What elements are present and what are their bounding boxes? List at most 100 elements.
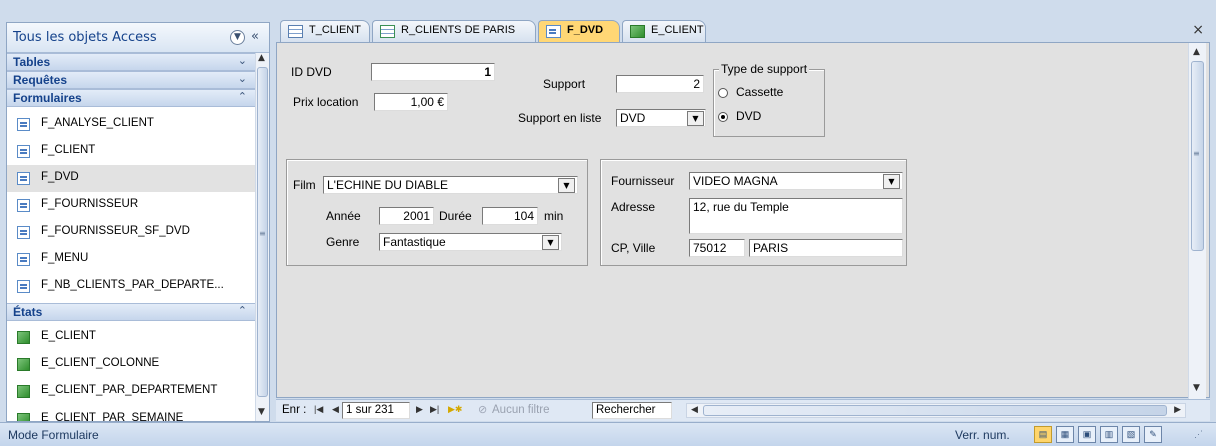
form-horizontal-scrollbar[interactable]: ◀ ▶: [686, 403, 1186, 418]
group-formulaires[interactable]: Formulaires ⌃: [7, 89, 255, 107]
support-field[interactable]: 2: [616, 75, 704, 93]
nav-item-e-client[interactable]: E_CLIENT: [7, 324, 255, 351]
duree-field[interactable]: 104: [482, 207, 538, 225]
nav-item-f-menu[interactable]: F_MENU: [7, 246, 255, 273]
view-mode-status: Mode Formulaire: [8, 428, 99, 442]
nav-item-label: F_DVD: [41, 171, 79, 183]
nav-item-f-analyse-client[interactable]: F_ANALYSE_CLIENT: [7, 111, 255, 138]
form-icon: [546, 25, 561, 38]
grip-icon: ≡: [1193, 149, 1200, 158]
collapse-pane-icon[interactable]: «: [251, 29, 259, 44]
form-icon: [17, 145, 30, 158]
last-record-icon[interactable]: ▶|: [430, 404, 439, 415]
double-chevron-up-icon[interactable]: ⌃: [238, 304, 247, 317]
fournisseur-combo[interactable]: VIDEO MAGNA: [689, 172, 903, 190]
numlock-status: Verr. num.: [955, 428, 1010, 442]
tab-e-client[interactable]: E_CLIENT: [622, 20, 706, 42]
previous-record-icon[interactable]: ◀: [332, 404, 339, 415]
nav-item-e-client-par-departement[interactable]: E_CLIENT_PAR_DEPARTEMENT: [7, 378, 255, 405]
tab-f-dvd[interactable]: F_DVD: [538, 20, 620, 42]
group-tables[interactable]: Tables ⌄: [7, 53, 255, 71]
chevron-down-icon[interactable]: ▼: [883, 174, 900, 189]
access-window: Tous les objets Access ▼ « Tables ⌄ Requ…: [0, 0, 1216, 446]
cp-field[interactable]: 75012: [689, 239, 745, 257]
double-chevron-down-icon[interactable]: ⌄: [238, 72, 247, 85]
combo-value: DVD: [620, 111, 646, 125]
pivottable-view-icon[interactable]: ▣: [1078, 426, 1096, 443]
tab-r-clients-de-paris[interactable]: R_CLIENTS DE PARIS: [372, 20, 536, 42]
chevron-down-icon[interactable]: ▼: [687, 111, 704, 126]
adresse-label: Adresse: [611, 200, 656, 214]
close-icon[interactable]: ×: [1192, 22, 1204, 38]
report-icon: [17, 358, 30, 371]
status-bar: Mode Formulaire Verr. num. ▤ ▦ ▣ ▥ ▧ ✎ ⋰: [0, 422, 1216, 446]
datasheet-view-icon[interactable]: ▦: [1056, 426, 1074, 443]
current-record-field[interactable]: 1 sur 231: [342, 402, 410, 419]
nav-item-label: E_CLIENT: [41, 330, 96, 342]
scroll-left-icon[interactable]: ◀: [691, 404, 698, 415]
annee-field[interactable]: 2001: [379, 207, 434, 225]
nav-item-f-fournisseur[interactable]: F_FOURNISSEUR: [7, 192, 255, 219]
double-chevron-down-icon[interactable]: ⌄: [238, 54, 247, 67]
new-record-icon[interactable]: ▶✱: [448, 404, 462, 415]
pivotchart-view-icon[interactable]: ▥: [1100, 426, 1118, 443]
id-dvd-field[interactable]: 1: [371, 63, 495, 81]
layout-view-icon[interactable]: ▧: [1122, 426, 1140, 443]
scroll-right-icon[interactable]: ▶: [1174, 404, 1181, 415]
nav-item-f-nb-clients[interactable]: F_NB_CLIENTS_PAR_DEPARTE...: [7, 273, 255, 300]
genre-combo[interactable]: Fantastique: [379, 233, 562, 251]
filter-status[interactable]: Aucun filtre: [492, 404, 550, 416]
form-view-icon[interactable]: ▤: [1034, 426, 1052, 443]
chevron-down-icon[interactable]: ▼: [542, 235, 559, 250]
id-dvd-label: ID DVD: [291, 65, 332, 79]
chevron-down-icon[interactable]: ▼: [230, 30, 245, 45]
nav-item-label: E_CLIENT_COLONNE: [41, 357, 160, 369]
ville-field[interactable]: PARIS: [749, 239, 903, 257]
scroll-down-icon[interactable]: ▼: [258, 407, 265, 417]
scroll-down-icon[interactable]: ▼: [1193, 383, 1200, 393]
design-view-icon[interactable]: ✎: [1144, 426, 1162, 443]
radio-cassette-label: Cassette: [736, 85, 784, 99]
prix-location-field[interactable]: 1,00 €: [374, 93, 448, 111]
support-label: Support: [543, 77, 586, 91]
resize-grip-icon[interactable]: ⋰: [1194, 429, 1203, 440]
scrollbar-thumb[interactable]: [703, 405, 1167, 416]
record-navigation-bar: Enr : |◀ ◀ 1 sur 231 ▶ ▶| ▶✱ ⊘ Aucun fil…: [276, 399, 1210, 421]
group-etats[interactable]: États ⌃: [7, 303, 255, 321]
radio-dvd[interactable]: [718, 112, 728, 122]
nav-pane-header[interactable]: Tous les objets Access ▼ «: [7, 23, 269, 53]
nav-item-f-dvd[interactable]: F_DVD: [7, 165, 255, 192]
nav-pane-title[interactable]: Tous les objets Access: [13, 30, 157, 45]
form-vertical-scrollbar[interactable]: ▲ ≡ ▼: [1188, 43, 1206, 399]
form-icon: [17, 280, 30, 293]
group-label: Tables: [13, 55, 51, 69]
nav-pane-scrollbar[interactable]: ▲ ≡ ▼: [255, 53, 269, 421]
double-chevron-up-icon[interactable]: ⌃: [238, 90, 247, 103]
nav-item-f-client[interactable]: F_CLIENT: [7, 138, 255, 165]
duree-label: Durée: [439, 209, 472, 223]
nav-item-label: F_CLIENT: [41, 144, 96, 156]
combo-value: VIDEO MAGNA: [693, 174, 778, 188]
scroll-up-icon[interactable]: ▲: [1193, 47, 1200, 57]
report-icon: [17, 385, 30, 398]
search-input[interactable]: Rechercher: [592, 402, 672, 419]
nav-item-label: E_CLIENT_PAR_SEMAINE: [41, 412, 184, 422]
nav-item-e-client-colonne[interactable]: E_CLIENT_COLONNE: [7, 351, 255, 378]
form-f-dvd: ID DVD 1 Prix location 1,00 € Support 2 …: [276, 42, 1210, 398]
adresse-field[interactable]: 12, rue du Temple: [689, 198, 903, 234]
radio-cassette[interactable]: [718, 88, 728, 98]
filter-icon: ⊘: [478, 404, 488, 416]
first-record-icon[interactable]: |◀: [314, 404, 323, 415]
film-combo[interactable]: L'ECHINE DU DIABLE: [323, 176, 578, 194]
group-label: Formulaires: [13, 91, 82, 105]
next-record-icon[interactable]: ▶: [416, 404, 423, 415]
nav-item-e-client-par-semaine[interactable]: E_CLIENT_PAR_SEMAINE: [7, 406, 255, 422]
chevron-down-icon[interactable]: ▼: [558, 178, 575, 193]
tab-t-client[interactable]: T_CLIENT: [280, 20, 370, 42]
nav-item-label: E_CLIENT_PAR_DEPARTEMENT: [41, 384, 218, 396]
query-icon: [380, 25, 395, 38]
scroll-up-icon[interactable]: ▲: [258, 53, 265, 63]
group-requetes[interactable]: Requêtes ⌄: [7, 71, 255, 89]
nav-item-f-fournisseur-sf-dvd[interactable]: F_FOURNISSEUR_SF_DVD: [7, 219, 255, 246]
genre-label: Genre: [326, 235, 360, 249]
